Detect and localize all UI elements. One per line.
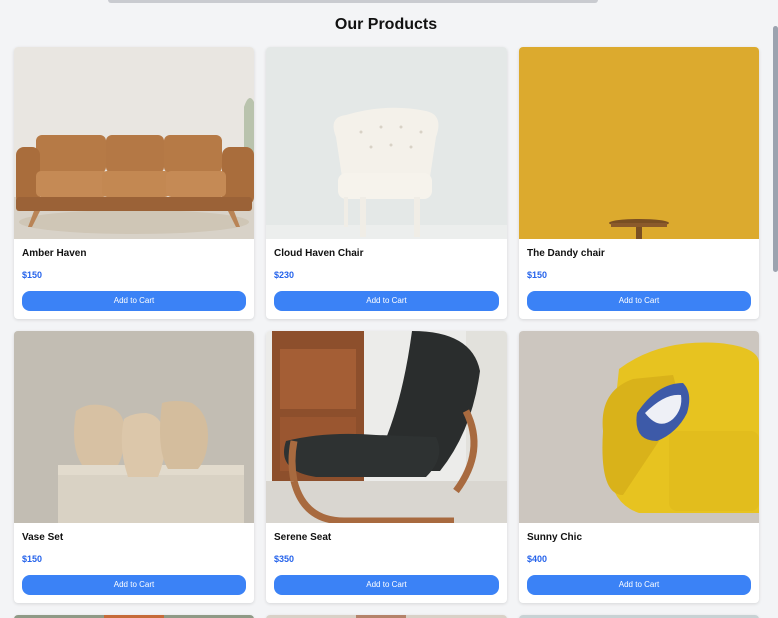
add-to-cart-button[interactable]: Add to Cart xyxy=(22,291,246,311)
product-card[interactable]: Serene Seat $350 Add to Cart xyxy=(266,331,507,603)
product-name: Vase Set xyxy=(22,532,64,543)
page-title: Our Products xyxy=(334,16,438,33)
product-image-side-table[interactable] xyxy=(519,47,759,239)
product-price: $400 xyxy=(527,554,548,564)
scrollbar-thumb[interactable] xyxy=(773,26,778,272)
add-to-cart-button[interactable]: Add to Cart xyxy=(274,291,499,311)
add-to-cart-button[interactable]: Add to Cart xyxy=(527,291,751,311)
product-name: Cloud Haven Chair xyxy=(274,248,364,259)
product-card[interactable]: Amber Haven $150 Add to Cart xyxy=(14,47,254,319)
product-card[interactable]: Vase Set $150 Add to Cart xyxy=(14,331,254,603)
product-price: $150 xyxy=(22,554,43,564)
top-scroll-edge xyxy=(108,0,598,3)
product-name: Sunny Chic xyxy=(527,532,583,543)
product-image-lounge-chair[interactable] xyxy=(266,331,507,523)
add-to-cart-button[interactable]: Add to Cart xyxy=(527,575,751,595)
product-name: The Dandy chair xyxy=(527,248,605,259)
product-name: Serene Seat xyxy=(274,532,332,543)
product-price: $350 xyxy=(274,554,295,564)
product-card[interactable]: The Dandy chair $150 Add to Cart xyxy=(519,47,759,319)
product-image-sofa[interactable] xyxy=(14,47,254,239)
product-name: Amber Haven xyxy=(22,248,87,259)
add-to-cart-button[interactable]: Add to Cart xyxy=(274,575,499,595)
product-image-chair[interactable] xyxy=(266,47,507,239)
product-price: $150 xyxy=(527,270,548,280)
product-image-yellow-sofa[interactable] xyxy=(519,331,759,523)
product-image-vases[interactable] xyxy=(14,331,254,523)
product-price: $150 xyxy=(22,270,43,280)
product-card[interactable]: Sunny Chic $400 Add to Cart xyxy=(519,331,759,603)
product-card[interactable]: Cloud Haven Chair $230 Add to Cart xyxy=(266,47,507,319)
product-grid: Amber Haven $150 Add to Cart Cloud Haven… xyxy=(14,47,759,618)
product-price: $230 xyxy=(274,270,295,280)
add-to-cart-button[interactable]: Add to Cart xyxy=(22,575,246,595)
